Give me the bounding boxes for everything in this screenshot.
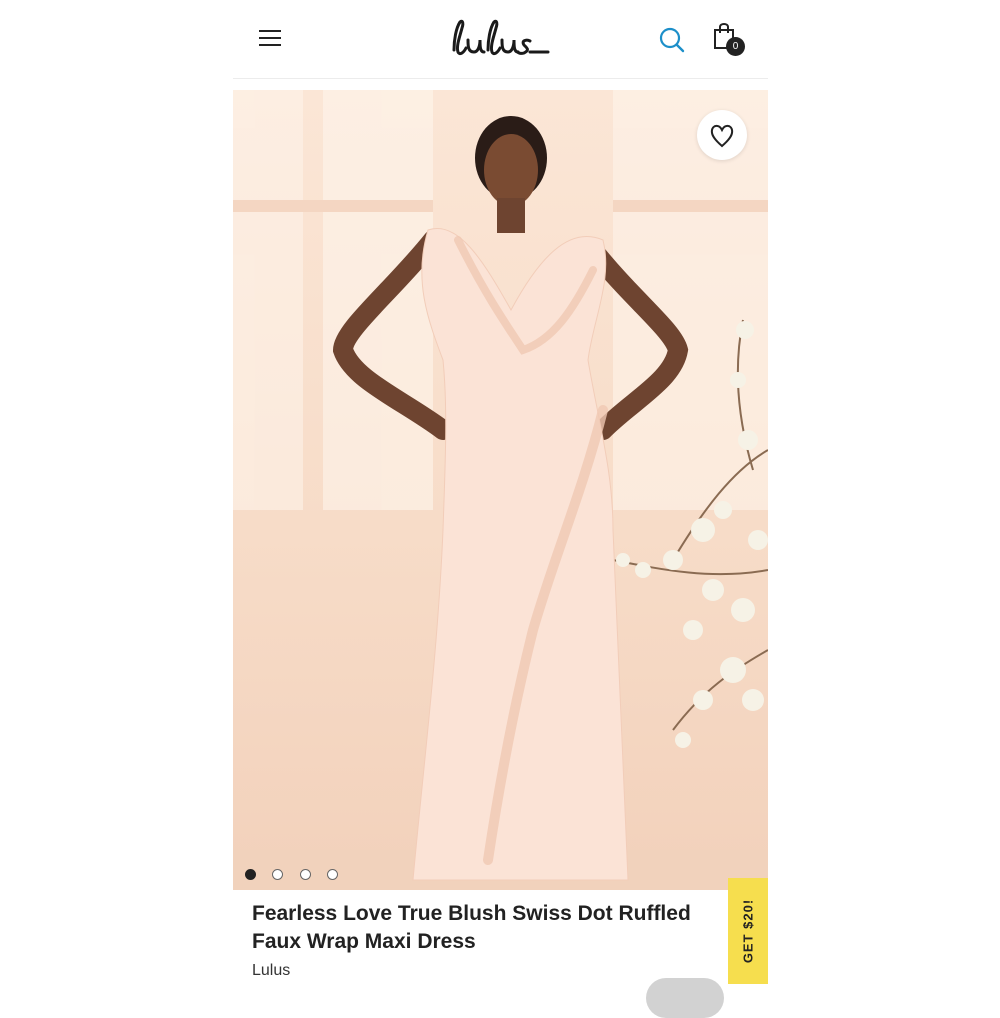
top-header: 0 [233,0,768,79]
carousel-dot-1[interactable] [245,869,256,880]
heart-icon [710,124,734,148]
menu-button[interactable] [257,26,285,50]
logo[interactable] [448,14,552,62]
cart-count-badge: 0 [726,37,745,56]
menu-icon [259,30,281,32]
carousel-dot-2[interactable] [272,869,284,880]
lulus-logo [452,19,550,56]
floating-action-button[interactable] [646,978,724,1018]
promo-label: GET $20! [740,898,756,964]
product-brand[interactable]: Lulus [252,962,290,980]
mobile-app: 0 Fearless Love True Blush Swiss Dot Ruf… [233,0,768,1018]
promo-tab[interactable]: GET $20! [728,878,768,984]
product-image[interactable] [233,90,768,890]
search-icon [659,27,685,53]
search-button[interactable] [658,26,686,54]
carousel-dot-3[interactable] [299,869,311,880]
cart-button[interactable]: 0 [712,22,748,58]
wishlist-button[interactable] [697,110,747,160]
carousel-dot-4[interactable] [327,869,339,880]
product-photo [233,90,768,890]
product-title: Fearless Love True Blush Swiss Dot Ruffl… [252,902,691,953]
image-carousel-dots [245,867,350,880]
